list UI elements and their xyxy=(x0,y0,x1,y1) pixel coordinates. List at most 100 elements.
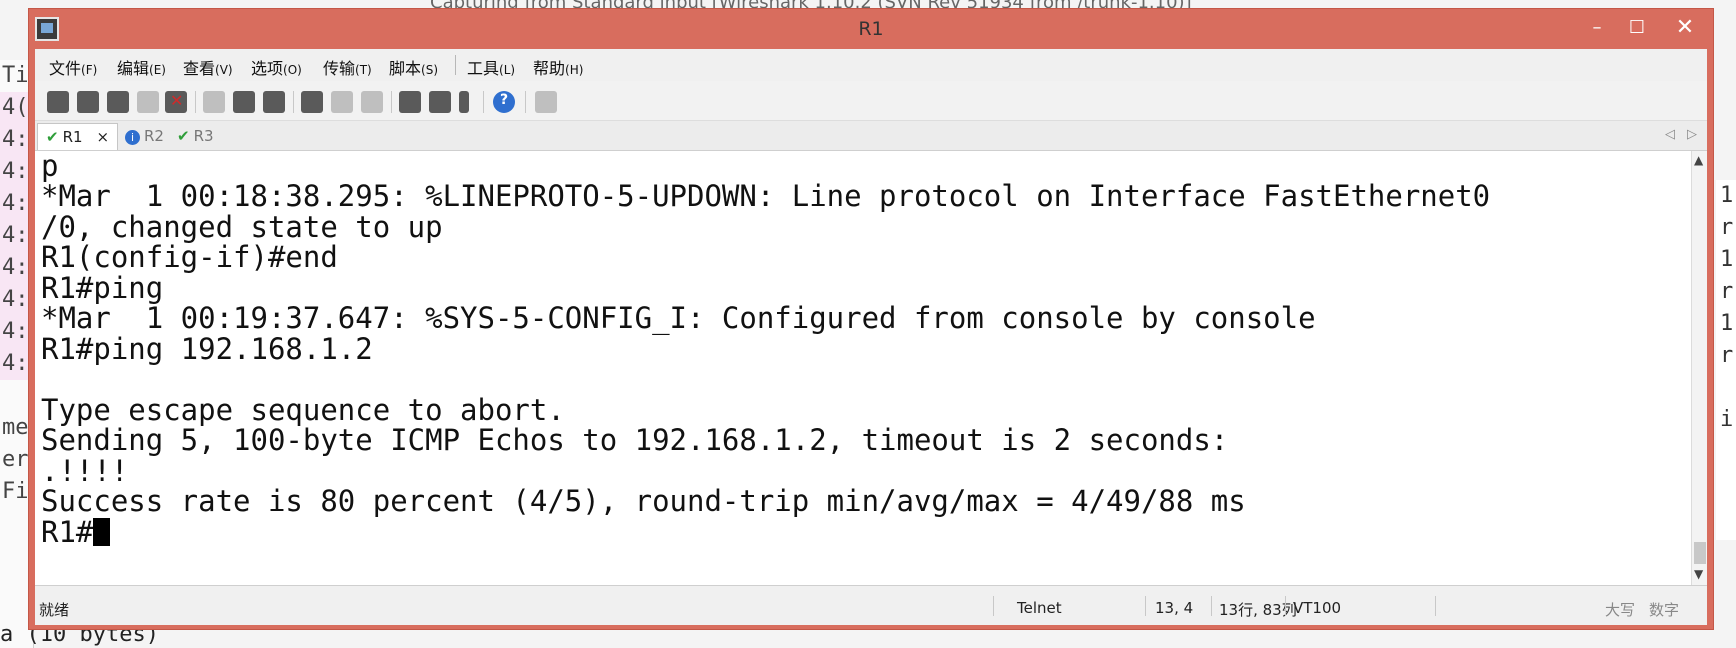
status-protocol: Telnet xyxy=(1017,599,1062,617)
terminal-line: R1#ping 192.168.1.2 xyxy=(41,332,373,366)
menu-separator xyxy=(455,55,456,75)
window-title: R1 xyxy=(858,18,884,40)
bg-row xyxy=(1716,372,1736,404)
status-separator xyxy=(1435,596,1436,616)
toolbar-separator xyxy=(391,91,392,113)
find-icon[interactable] xyxy=(263,91,285,113)
terminal-line: Sending 5, 100-byte ICMP Echos to 192.16… xyxy=(41,423,1229,457)
minimize-button[interactable]: – xyxy=(1577,13,1617,43)
tab-next-icon[interactable]: ▷ xyxy=(1687,127,1697,142)
keymap-icon[interactable] xyxy=(535,91,557,113)
vertical-scrollbar[interactable]: ▲ ▼ xyxy=(1691,151,1707,585)
terminal-line: Type escape sequence to abort. xyxy=(41,393,565,427)
toolbar-separator xyxy=(195,91,196,113)
status-separator xyxy=(993,596,994,616)
terminal-line: R1#ping xyxy=(41,271,164,305)
status-separator xyxy=(1285,596,1286,616)
toolbar-separator xyxy=(483,91,484,113)
paste-icon[interactable] xyxy=(233,91,255,113)
bg-row: r xyxy=(1720,343,1734,368)
bg-row: 1 xyxy=(1720,247,1734,272)
menu-transfer[interactable]: 传输(T) xyxy=(323,55,372,79)
bg-row: r xyxy=(1720,215,1734,240)
tab-prev-icon[interactable]: ◁ xyxy=(1665,127,1675,142)
menu-label: 查看 xyxy=(183,59,216,78)
session-options-icon[interactable] xyxy=(399,91,421,113)
menu-label: 传输 xyxy=(323,59,356,78)
terminal-line: *Mar 1 00:19:37.647: %SYS-5-CONFIG_I: Co… xyxy=(41,301,1316,335)
status-ready: 就绪 xyxy=(39,601,70,619)
menu-key: (F) xyxy=(81,63,98,77)
tab-label: R1 xyxy=(62,128,83,146)
menu-label: 工具 xyxy=(467,59,500,78)
tab-close-icon[interactable]: × xyxy=(97,128,110,146)
scroll-thumb[interactable] xyxy=(1694,542,1706,564)
status-cursor-position: 13, 4 xyxy=(1155,599,1194,617)
print-preview-icon[interactable] xyxy=(361,91,383,113)
window-client: 文件(F) 编辑(E) 查看(V) 选项(O) 传输(T) 脚本(S) 工具(L… xyxy=(35,49,1707,625)
menu-bar: 文件(F) 编辑(E) 查看(V) 选项(O) 传输(T) 脚本(S) 工具(L… xyxy=(35,49,1707,81)
connected-check-icon: ✔ xyxy=(177,127,190,145)
terminal-prompt-line: R1# xyxy=(41,515,111,549)
quick-connect-icon[interactable] xyxy=(77,91,99,113)
terminal-output[interactable]: p *Mar 1 00:18:38.295: %LINEPROTO-5-UPDO… xyxy=(35,151,1691,585)
menu-edit[interactable]: 编辑(E) xyxy=(117,55,166,79)
status-caps: 大写 xyxy=(1605,601,1636,619)
tab-r2[interactable]: i R2 xyxy=(117,123,172,150)
terminal-line: .!!!! xyxy=(41,454,129,488)
menu-key: (E) xyxy=(149,63,166,77)
background-packet-list-right: 1 r 1 r 1 r i xyxy=(1716,180,1736,540)
menu-options[interactable]: 选项(O) xyxy=(251,55,302,79)
help-icon[interactable] xyxy=(493,91,515,113)
tab-label: R3 xyxy=(193,127,214,145)
disconnect-icon[interactable] xyxy=(165,91,187,113)
menu-label: 编辑 xyxy=(117,59,150,78)
menu-key: (H) xyxy=(565,63,584,77)
bg-row: r xyxy=(1720,279,1734,304)
text-cursor xyxy=(93,518,111,546)
menu-help[interactable]: 帮助(H) xyxy=(533,55,583,79)
menu-label: 文件 xyxy=(49,59,82,78)
close-button[interactable]: ✕ xyxy=(1665,13,1705,43)
print-setup-icon[interactable] xyxy=(331,91,353,113)
toolbar-separator xyxy=(293,91,294,113)
tab-r1[interactable]: ✔ R1 × xyxy=(37,123,119,150)
bg-row: i xyxy=(1720,407,1734,432)
menu-view[interactable]: 查看(V) xyxy=(183,55,233,79)
menu-key: (L) xyxy=(499,63,516,77)
connect-icon[interactable] xyxy=(47,91,69,113)
key-icon[interactable] xyxy=(459,91,469,113)
menu-label: 帮助 xyxy=(533,59,566,78)
reconnect-icon[interactable] xyxy=(137,91,159,113)
menu-tools[interactable]: 工具(L) xyxy=(467,55,515,79)
terminal-prompt: R1# xyxy=(41,515,94,549)
menu-file[interactable]: 文件(F) xyxy=(49,55,97,79)
terminal-line: Success rate is 80 percent (4/5), round-… xyxy=(41,484,1246,518)
global-options-icon[interactable] xyxy=(429,91,451,113)
menu-key: (V) xyxy=(215,63,233,77)
desktop-background: Capturing from Standard input [Wireshark… xyxy=(0,0,1736,648)
status-bar: 就绪 Telnet 13, 4 13行, 83列 VT100 大写 数字 xyxy=(35,585,1707,625)
tab-r3[interactable]: ✔ R3 xyxy=(169,123,222,150)
toolbar xyxy=(35,81,1707,121)
connected-check-icon: ✔ xyxy=(46,128,59,146)
print-icon[interactable] xyxy=(301,91,323,113)
menu-key: (O) xyxy=(283,63,302,77)
connect-tab-icon[interactable] xyxy=(107,91,129,113)
scroll-down-icon[interactable]: ▼ xyxy=(1694,567,1703,581)
scroll-up-icon[interactable]: ▲ xyxy=(1694,153,1703,167)
menu-script[interactable]: 脚本(S) xyxy=(389,55,438,79)
bg-row: 1 xyxy=(1720,183,1734,208)
menu-key: (S) xyxy=(421,63,438,77)
copy-icon[interactable] xyxy=(203,91,225,113)
info-icon: i xyxy=(125,130,140,145)
terminal-line: /0, changed state to up xyxy=(41,210,443,244)
menu-key: (T) xyxy=(355,63,372,77)
status-separator xyxy=(1145,596,1146,616)
toolbar-separator xyxy=(525,91,526,113)
status-separator xyxy=(1211,596,1212,616)
session-tab-bar: ✔ R1 × i R2 ✔ R3 ◁ ▷ xyxy=(35,121,1707,151)
title-bar[interactable]: R1 – ☐ ✕ xyxy=(29,9,1713,49)
maximize-button[interactable]: ☐ xyxy=(1617,13,1657,43)
terminal-line: *Mar 1 00:18:38.295: %LINEPROTO-5-UPDOWN… xyxy=(41,179,1491,213)
